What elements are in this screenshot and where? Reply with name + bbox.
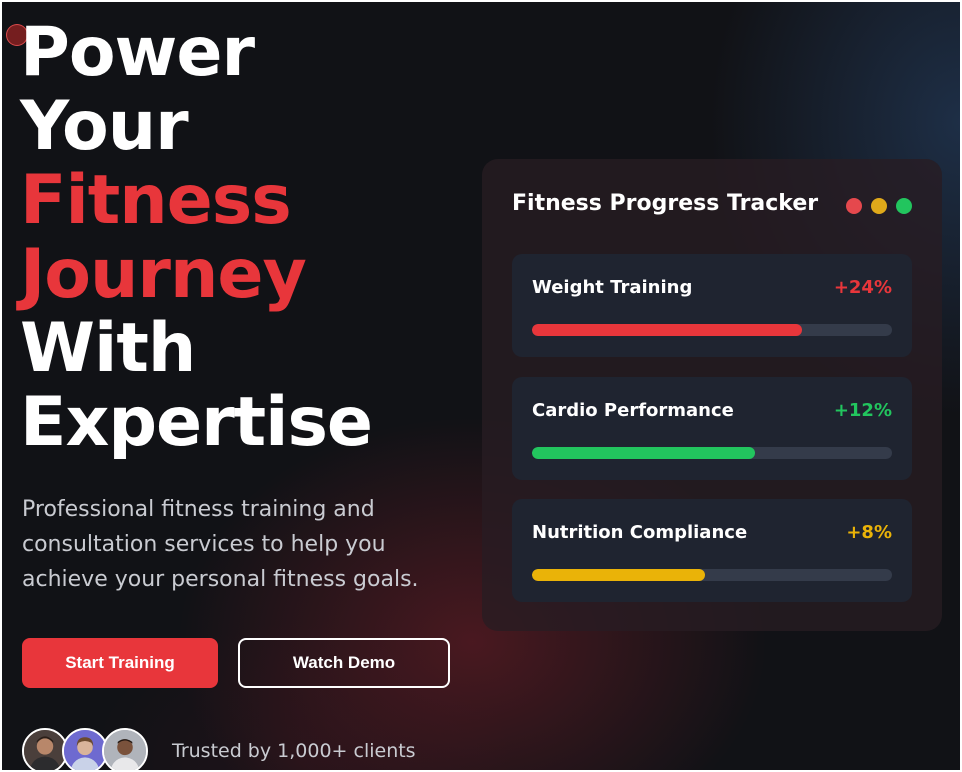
metric-value: +24% xyxy=(833,277,892,298)
metric-nutrition-compliance: Nutrition Compliance +8% xyxy=(512,499,912,602)
client-avatar-3 xyxy=(102,728,148,770)
metric-value: +8% xyxy=(846,522,892,543)
metric-label: Cardio Performance xyxy=(532,400,734,421)
red-dot xyxy=(846,198,862,214)
metric-label: Nutrition Compliance xyxy=(532,522,748,543)
trusted-by-text: Trusted by 1,000+ clients xyxy=(172,740,416,762)
progress-track xyxy=(532,447,892,459)
watch-demo-button[interactable]: Watch Demo xyxy=(238,638,450,688)
metric-value: +12% xyxy=(833,400,892,421)
headline-line-2: Your xyxy=(20,87,189,166)
hero-headline: Power Your Fitness Journey With Expertis… xyxy=(20,13,373,462)
progress-fill xyxy=(532,324,802,336)
headline-line-6: Expertise xyxy=(20,383,373,462)
green-dot xyxy=(896,198,912,214)
progress-track xyxy=(532,324,892,336)
metric-cardio-performance: Cardio Performance +12% xyxy=(512,377,912,480)
card-title: Fitness Progress Tracker xyxy=(512,191,819,216)
headline-line-4: Journey xyxy=(20,235,307,314)
headline-line-5: With xyxy=(20,309,196,388)
headline-line-1: Power xyxy=(20,13,255,92)
yellow-dot xyxy=(871,198,887,214)
window-dots xyxy=(846,198,912,214)
start-training-button[interactable]: Start Training xyxy=(22,638,218,688)
hero-subtext: Professional fitness training and consul… xyxy=(22,497,419,592)
progress-track xyxy=(532,569,892,581)
headline-line-3: Fitness xyxy=(20,161,292,240)
metric-label: Weight Training xyxy=(532,277,693,298)
metric-weight-training: Weight Training +24% xyxy=(512,254,912,357)
progress-fill xyxy=(532,569,705,581)
hero-section: Power Your Fitness Journey With Expertis… xyxy=(0,0,962,772)
progress-fill xyxy=(532,447,756,459)
fitness-progress-card: Fitness Progress Tracker Weight Training… xyxy=(482,159,942,631)
